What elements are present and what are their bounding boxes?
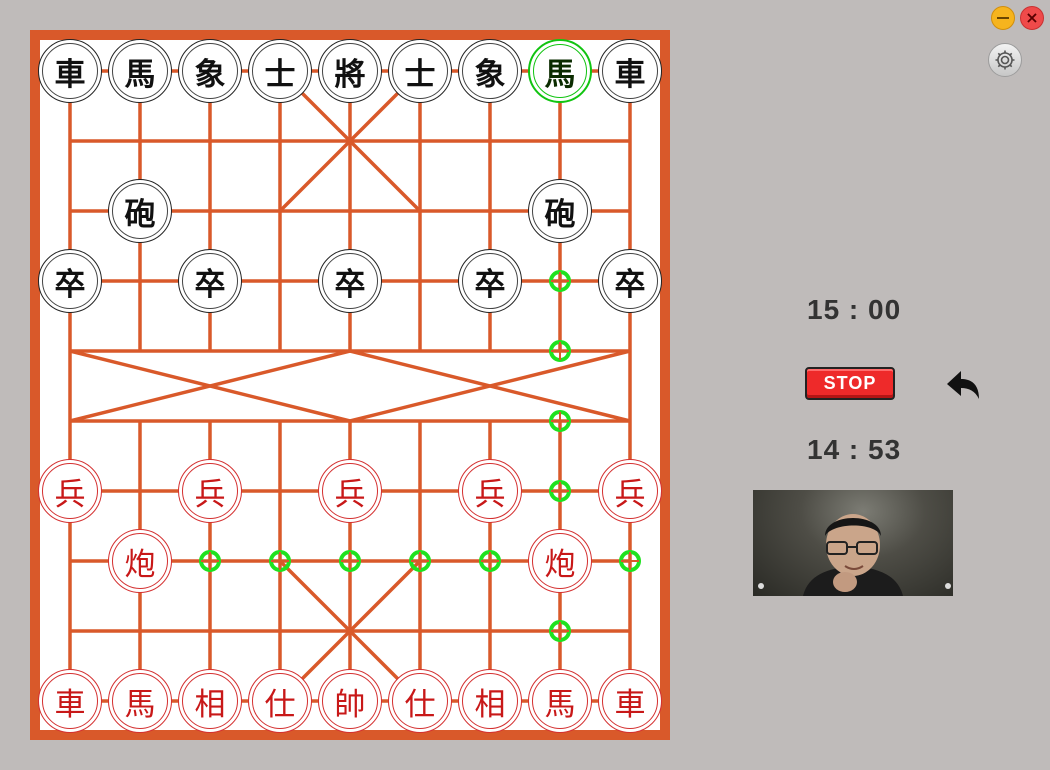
piece-label: 卒: [614, 266, 646, 303]
black-piece[interactable]: 卒: [458, 249, 522, 313]
piece-label: 兵: [614, 476, 646, 513]
piece-label: 車: [614, 686, 646, 723]
stop-button[interactable]: STOP: [805, 367, 895, 400]
red-piece[interactable]: 帥: [318, 669, 382, 733]
piece-label: 砲: [544, 196, 576, 233]
red-piece[interactable]: 車: [598, 669, 662, 733]
piece-label: 卒: [54, 266, 86, 303]
piece-label: 馬: [544, 686, 576, 723]
minus-icon: [997, 17, 1009, 19]
red-piece[interactable]: 車: [38, 669, 102, 733]
black-piece[interactable]: 將: [318, 39, 382, 103]
move-hint-marker[interactable]: [549, 340, 571, 362]
piece-label: 兵: [334, 476, 366, 513]
black-piece[interactable]: 卒: [598, 249, 662, 313]
red-piece[interactable]: 相: [458, 669, 522, 733]
piece-label: 車: [54, 686, 86, 723]
black-piece[interactable]: 士: [248, 39, 312, 103]
move-hint-marker[interactable]: [549, 410, 571, 432]
piece-label: 炮: [544, 546, 576, 583]
piece-label: 卒: [334, 266, 366, 303]
move-hint-marker[interactable]: [549, 620, 571, 642]
piece-label: 兵: [54, 476, 86, 513]
piece-label: 士: [404, 56, 436, 93]
red-piece[interactable]: 炮: [108, 529, 172, 593]
board[interactable]: 車馬象士將士象馬車砲砲卒卒卒卒卒兵兵兵兵兵炮炮車馬相仕帥仕相馬車: [38, 39, 662, 733]
red-piece[interactable]: 兵: [318, 459, 382, 523]
piece-label: 車: [54, 56, 86, 93]
piece-label: 兵: [194, 476, 226, 513]
red-piece[interactable]: 馬: [108, 669, 172, 733]
piece-label: 馬: [124, 686, 156, 723]
move-hint-marker[interactable]: [479, 550, 501, 572]
black-piece[interactable]: 象: [178, 39, 242, 103]
red-piece[interactable]: 馬: [528, 669, 592, 733]
selected-black-piece[interactable]: 馬: [528, 39, 592, 103]
red-piece[interactable]: 兵: [178, 459, 242, 523]
undo-arrow-icon: [947, 371, 979, 399]
piece-label: 車: [614, 56, 646, 93]
black-piece[interactable]: 卒: [318, 249, 382, 313]
undo-button[interactable]: [945, 368, 983, 402]
red-piece[interactable]: 炮: [528, 529, 592, 593]
black-piece[interactable]: 士: [388, 39, 452, 103]
piece-label: 相: [474, 686, 506, 723]
move-hint-marker[interactable]: [549, 270, 571, 292]
piece-label: 仕: [404, 686, 436, 723]
piece-label: 馬: [544, 56, 576, 93]
piece-label: 仕: [264, 686, 296, 723]
piece-label: 相: [194, 686, 226, 723]
piece-label: 卒: [194, 266, 226, 303]
move-hint-marker[interactable]: [339, 550, 361, 572]
red-piece[interactable]: 兵: [458, 459, 522, 523]
black-piece[interactable]: 砲: [528, 179, 592, 243]
player-timer: 14 : 53: [807, 434, 902, 465]
red-piece[interactable]: 仕: [248, 669, 312, 733]
piece-label: 將: [334, 56, 366, 93]
minimize-button[interactable]: [991, 6, 1015, 30]
piece-label: 象: [194, 56, 226, 93]
move-hint-marker[interactable]: [199, 550, 221, 572]
black-piece[interactable]: 車: [598, 39, 662, 103]
move-hint-marker[interactable]: [619, 550, 641, 572]
piece-label: 卒: [474, 266, 506, 303]
black-piece[interactable]: 馬: [108, 39, 172, 103]
red-piece[interactable]: 仕: [388, 669, 452, 733]
red-piece[interactable]: 兵: [598, 459, 662, 523]
black-piece[interactable]: 車: [38, 39, 102, 103]
red-piece[interactable]: 相: [178, 669, 242, 733]
board-frame: 車馬象士將士象馬車砲砲卒卒卒卒卒兵兵兵兵兵炮炮車馬相仕帥仕相馬車: [30, 30, 670, 740]
piece-label: 馬: [124, 56, 156, 93]
black-piece[interactable]: 卒: [38, 249, 102, 313]
piece-label: 士: [264, 56, 296, 93]
stop-button-label: STOP: [823, 373, 877, 393]
move-hint-marker[interactable]: [549, 480, 571, 502]
piece-label: 帥: [334, 686, 366, 723]
x-icon: ×: [1025, 8, 1039, 27]
move-hint-marker[interactable]: [409, 550, 431, 572]
piece-label: 兵: [474, 476, 506, 513]
close-button[interactable]: ×: [1020, 6, 1044, 30]
piece-label: 象: [474, 56, 506, 93]
black-piece[interactable]: 象: [458, 39, 522, 103]
opponent-timer: 15 : 00: [807, 294, 902, 325]
move-hint-marker[interactable]: [269, 550, 291, 572]
webcam-video: [753, 490, 953, 596]
black-piece[interactable]: 卒: [178, 249, 242, 313]
piece-label: 砲: [124, 196, 156, 233]
settings-button[interactable]: [988, 43, 1022, 77]
gear-icon: [995, 50, 1015, 70]
piece-label: 炮: [124, 546, 156, 583]
black-piece[interactable]: 砲: [108, 179, 172, 243]
red-piece[interactable]: 兵: [38, 459, 102, 523]
